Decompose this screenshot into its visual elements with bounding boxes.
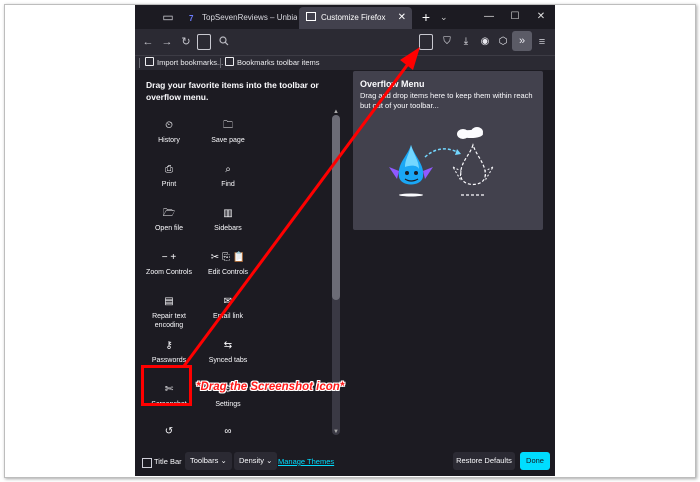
- annotation-arrow: [182, 47, 420, 367]
- annotation-text: *Drag the Screenshot icon*: [196, 381, 345, 393]
